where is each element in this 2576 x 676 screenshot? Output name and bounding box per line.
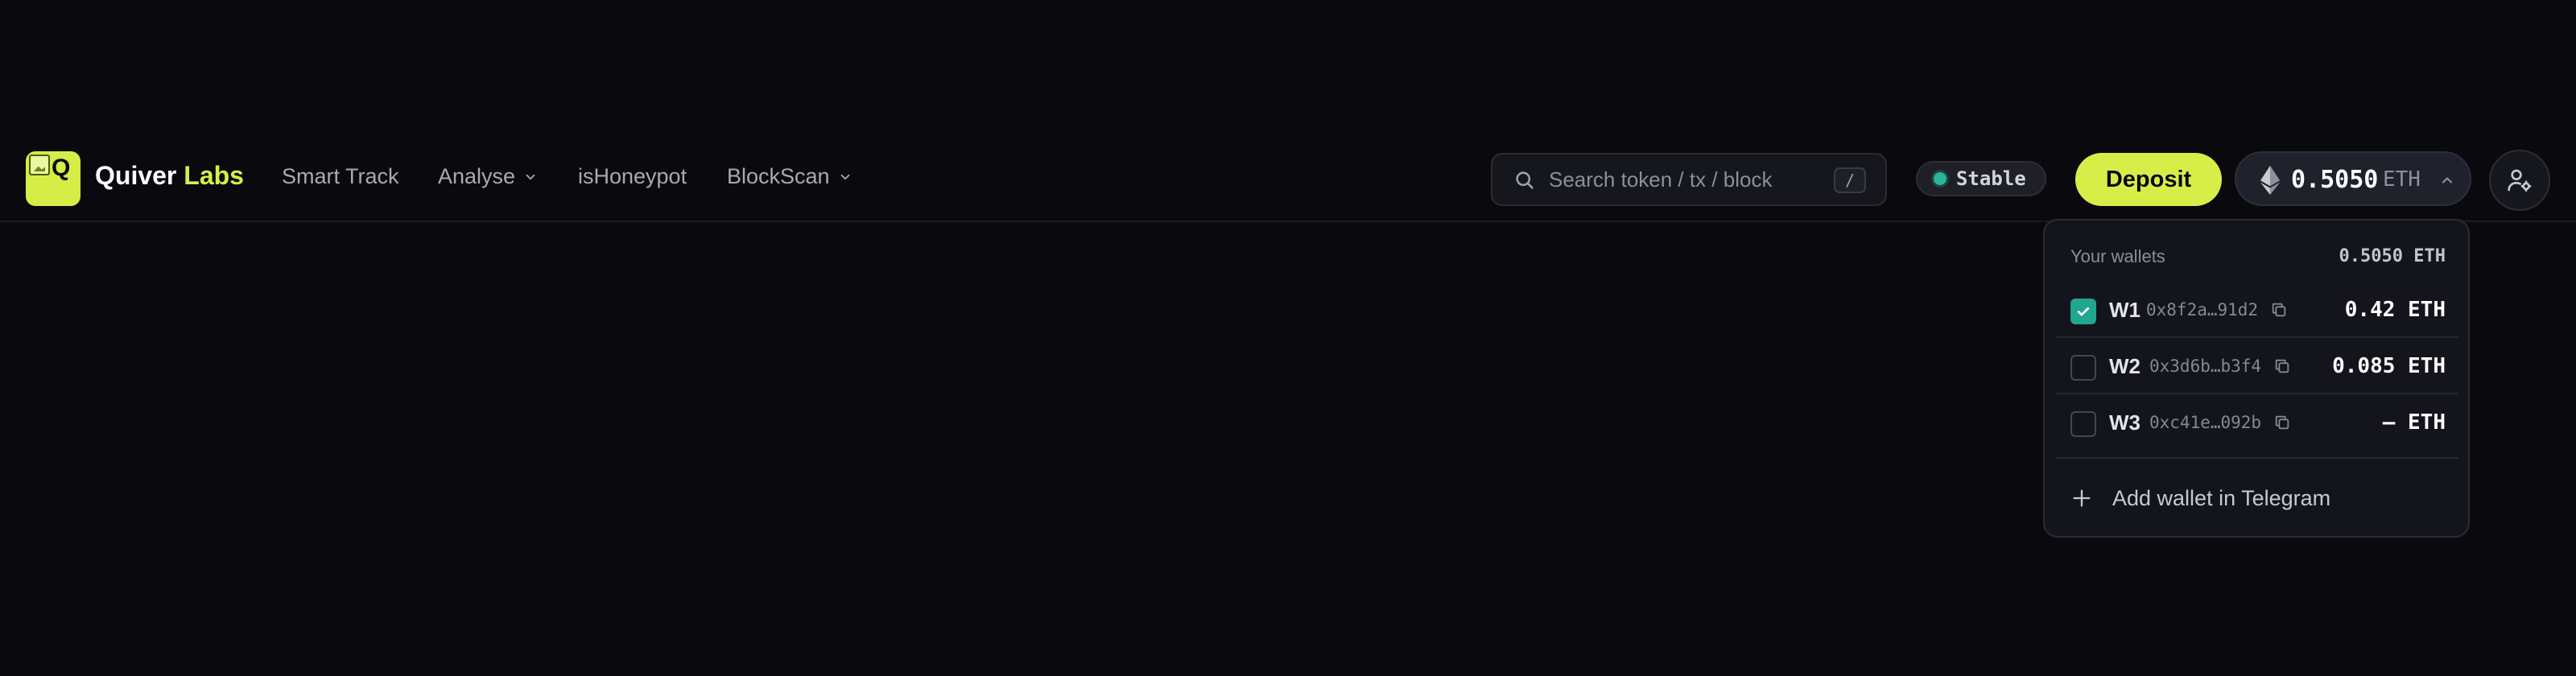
wallet-address: 0xc41e…092b xyxy=(2149,413,2262,432)
logo-alt-text: Q xyxy=(52,155,71,181)
divider xyxy=(2056,457,2458,459)
wallets-dropdown: Your wallets 0.5050 ETH W1 0x8f2a…91d2 0… xyxy=(2043,219,2470,538)
wallet-row[interactable]: W1 0x8f2a…91d2 0.42 ETH xyxy=(2056,280,2458,336)
brand-name-accent: Labs xyxy=(184,161,244,190)
user-settings-icon xyxy=(2508,169,2532,192)
plus-icon xyxy=(2073,489,2091,507)
add-wallet-label: Add wallet in Telegram xyxy=(2112,485,2331,510)
wallet-checkbox[interactable] xyxy=(2070,411,2096,437)
search-shortcut-key: / xyxy=(1834,167,1866,193)
wallets-header: Your wallets 0.5050 ETH xyxy=(2070,245,2446,269)
copy-icon[interactable] xyxy=(2270,301,2288,319)
logo[interactable]: Q xyxy=(26,151,80,206)
ethereum-icon xyxy=(2260,166,2280,195)
wallets-heading: Your wallets xyxy=(2070,246,2165,266)
search-input[interactable] xyxy=(1549,163,1823,196)
nav-blockscan-label: BlockScan xyxy=(727,164,830,188)
profile-button[interactable] xyxy=(2489,150,2550,211)
broken-image-icon xyxy=(29,155,50,175)
chevron-up-icon xyxy=(2442,177,2453,183)
wallets-total: 0.5050 ETH xyxy=(2339,246,2446,266)
search-icon xyxy=(1516,171,1534,189)
wallet-balance: — ETH xyxy=(2382,410,2446,435)
chevron-down-icon xyxy=(840,174,849,179)
balance-amount: 0.5050 xyxy=(2291,166,2379,194)
wallet-checkbox[interactable] xyxy=(2070,299,2096,324)
nav-blockscan[interactable]: BlockScan xyxy=(727,164,852,189)
nav-ishoneypot[interactable]: isHoneypot xyxy=(578,164,687,189)
wallet-balance: 0.085 ETH xyxy=(2332,354,2446,378)
wallet-checkbox[interactable] xyxy=(2070,355,2096,381)
check-icon xyxy=(2077,307,2090,316)
wallet-row[interactable]: W2 0x3d6b…b3f4 0.085 ETH xyxy=(2056,336,2458,393)
wallet-address: 0x3d6b…b3f4 xyxy=(2149,357,2262,376)
status-dot-icon xyxy=(1934,172,1946,185)
search-box[interactable]: / xyxy=(1491,153,1887,206)
nav-analyse-label: Analyse xyxy=(438,164,516,188)
status-label: Stable xyxy=(1956,167,2026,190)
nav-ishoneypot-label: isHoneypot xyxy=(578,164,687,188)
balance-button[interactable]: 0.5050 ETH xyxy=(2235,151,2471,206)
wallet-id: W2 xyxy=(2109,354,2140,378)
balance-unit: ETH xyxy=(2383,167,2421,192)
add-wallet-button[interactable]: Add wallet in Telegram xyxy=(2070,480,2446,517)
deposit-button[interactable]: Deposit xyxy=(2075,153,2222,206)
chevron-down-icon xyxy=(526,174,535,179)
wallet-balance: 0.42 ETH xyxy=(2344,298,2446,322)
wallet-row[interactable]: W3 0xc41e…092b — ETH xyxy=(2056,393,2458,449)
brand-name[interactable]: Quiver Labs xyxy=(95,161,244,191)
nav-smart-track-label: Smart Track xyxy=(282,164,399,188)
nav-smart-track[interactable]: Smart Track xyxy=(282,164,399,189)
brand-name-primary: Quiver xyxy=(95,161,177,190)
top-header: Q Quiver Labs Smart Track Analyse isHone… xyxy=(0,150,2576,222)
nav-analyse[interactable]: Analyse xyxy=(438,164,538,189)
copy-icon[interactable] xyxy=(2273,414,2291,431)
wallet-address: 0x8f2a…91d2 xyxy=(2146,300,2259,319)
status-badge: Stable xyxy=(1916,161,2046,196)
wallet-id: W3 xyxy=(2109,410,2140,435)
copy-icon[interactable] xyxy=(2273,357,2291,375)
wallet-id: W1 xyxy=(2109,298,2140,322)
